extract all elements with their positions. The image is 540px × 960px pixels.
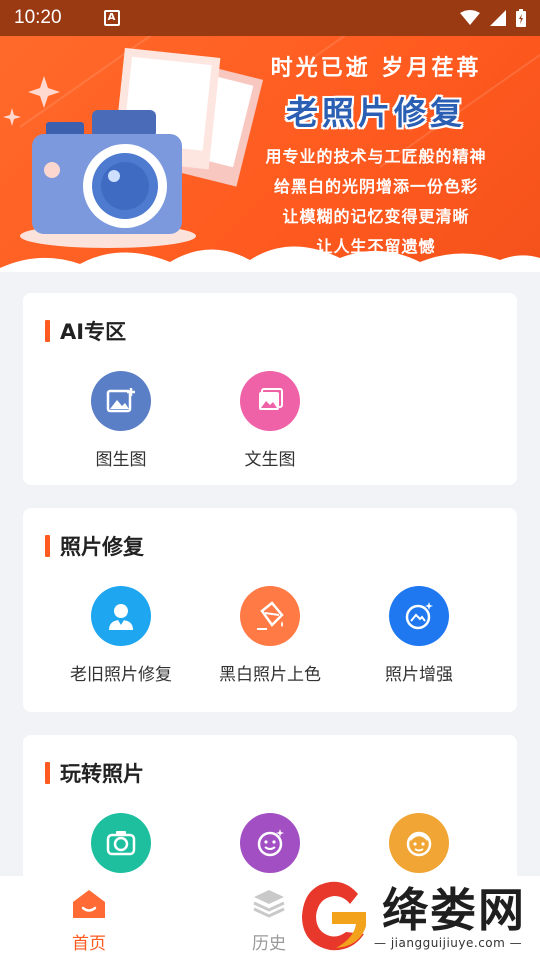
tool-old-photo-repair[interactable]: 老旧照片修复 xyxy=(46,586,196,685)
nav-home[interactable]: 首页 xyxy=(44,888,134,954)
section-ai: AI专区 图生图 文生图 xyxy=(23,293,517,485)
kid-face-icon xyxy=(389,813,449,873)
section-title-text: 玩转照片 xyxy=(60,762,144,786)
tool-label: 老旧照片修复 xyxy=(70,665,172,685)
gallery-icon xyxy=(240,371,300,431)
watermark-logo-icon xyxy=(302,881,366,951)
paint-bucket-icon xyxy=(240,586,300,646)
title-accent-bar xyxy=(45,535,50,557)
promo-banner[interactable]: 时光已逝 岁月荏苒 老照片修复 用专业的技术与工匠般的精神 给黑白的光阴增添一份… xyxy=(0,36,540,272)
notification-icon: A xyxy=(103,10,120,26)
layers-icon xyxy=(253,890,285,918)
status-icons xyxy=(460,9,526,27)
face-sparkle-icon xyxy=(240,813,300,873)
portrait-icon xyxy=(91,586,151,646)
watermark: 绛娄网 — jiangguijiuye.com — xyxy=(296,872,540,960)
tool-text-to-image[interactable]: 文生图 xyxy=(195,371,345,470)
title-accent-bar xyxy=(45,762,50,784)
status-bar: 10:20 A xyxy=(0,0,540,36)
watermark-brand: 绛娄网 xyxy=(382,883,526,937)
banner-slogan: 用专业的技术与工匠般的精神 xyxy=(265,147,487,166)
tool-image-to-image[interactable]: 图生图 xyxy=(46,371,196,470)
section-title: AI专区 xyxy=(45,319,127,344)
section-title: 玩转照片 xyxy=(45,761,144,786)
tool-kid-face[interactable] xyxy=(344,813,494,873)
section-title-text: 照片修复 xyxy=(60,535,144,559)
section-title-text: AI专区 xyxy=(60,320,127,344)
title-accent-bar xyxy=(45,320,50,342)
banner-slogan: 给黑白的光阴增添一份色彩 xyxy=(273,177,478,196)
banner-slogan: 让模糊的记忆变得更清晰 xyxy=(282,207,470,226)
status-time: 10:20 xyxy=(14,7,62,28)
image-plus-icon xyxy=(91,371,151,431)
camera-icon xyxy=(91,813,151,873)
tool-face-fun[interactable] xyxy=(195,813,345,873)
wifi-icon xyxy=(460,10,480,25)
banner-text: 时光已逝 岁月荏苒 老照片修复 用专业的技术与工匠般的精神 给黑白的光阴增添一份… xyxy=(236,46,516,262)
tool-label: 图生图 xyxy=(95,450,147,470)
tool-label: 照片增强 xyxy=(385,665,453,685)
tool-label: 文生图 xyxy=(244,450,296,470)
section-photo-repair: 照片修复 老旧照片修复 黑白照片上色 照片增强 xyxy=(23,508,517,712)
tool-camera[interactable] xyxy=(46,813,196,873)
signal-icon xyxy=(490,10,506,26)
tool-photo-enhance[interactable]: 照片增强 xyxy=(344,586,494,685)
watermark-url: — jiangguijiuye.com — xyxy=(374,936,523,950)
enhance-icon xyxy=(389,586,449,646)
banner-title: 老照片修复 xyxy=(285,94,466,132)
nav-home-label: 首页 xyxy=(72,934,106,954)
home-icon xyxy=(73,890,105,918)
banner-slogan: 让人生不留遗憾 xyxy=(316,237,436,256)
banner-tagline: 时光已逝 岁月荏苒 xyxy=(270,55,482,81)
tool-colorize[interactable]: 黑白照片上色 xyxy=(195,586,345,685)
tool-label: 黑白照片上色 xyxy=(219,665,321,685)
battery-icon xyxy=(516,9,526,27)
section-title: 照片修复 xyxy=(45,534,144,559)
